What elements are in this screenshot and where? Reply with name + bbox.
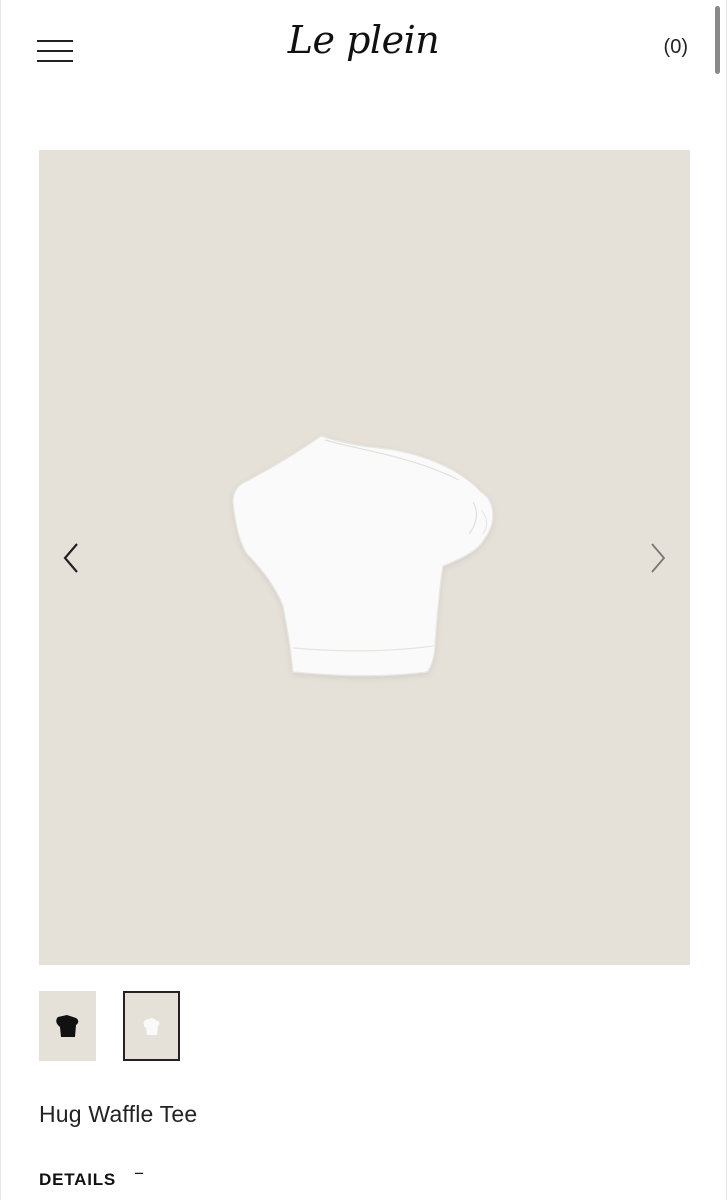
- product-image-gallery: [39, 150, 690, 965]
- scrollbar[interactable]: [715, 6, 720, 74]
- white-tee-icon: [143, 1018, 160, 1035]
- product-image: [232, 435, 494, 677]
- thumbnail-black-tee[interactable]: [39, 991, 96, 1061]
- product-title: Hug Waffle Tee: [39, 1101, 198, 1127]
- black-tee-icon: [56, 1015, 79, 1037]
- collapse-icon[interactable]: −: [134, 1164, 144, 1184]
- details-label: DETAILS: [39, 1170, 117, 1189]
- product-page: Le plein (0) Hug Waffle Tee DETAILS −: [0, 0, 727, 1200]
- thumbnail-white-tee[interactable]: [123, 991, 180, 1061]
- chevron-right-icon[interactable]: [642, 538, 672, 578]
- site-header: Le plein (0): [1, 0, 726, 100]
- chevron-left-icon[interactable]: [57, 538, 87, 578]
- brand-logo[interactable]: Le plein: [1, 18, 726, 62]
- details-accordion[interactable]: DETAILS −: [39, 1164, 144, 1190]
- cart-count[interactable]: (0): [664, 36, 688, 59]
